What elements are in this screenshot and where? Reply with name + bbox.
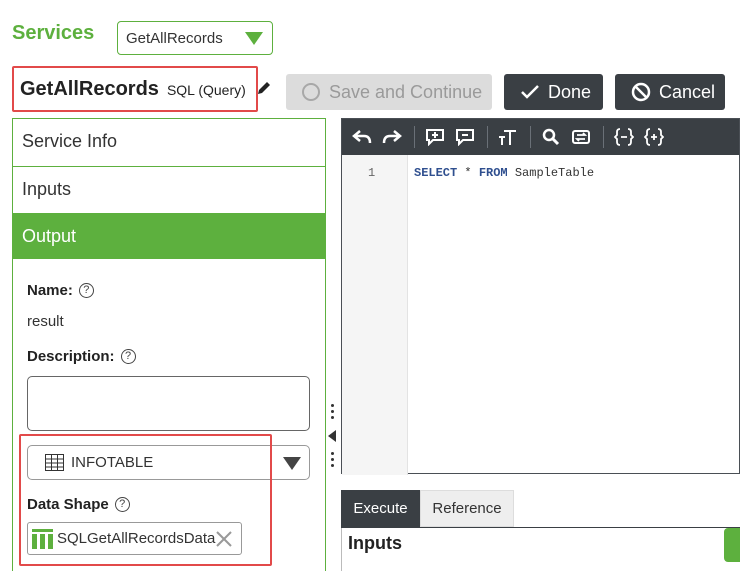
nav-item-output[interactable]: Output [13, 213, 325, 259]
remove-comment-icon[interactable] [453, 125, 477, 149]
data-shape-label: Data Shape ? [27, 496, 130, 513]
pencil-icon[interactable] [256, 80, 272, 96]
name-value: result [27, 313, 64, 330]
execute-button[interactable] [724, 528, 740, 562]
table-icon [45, 454, 64, 471]
test-panel: Execute Reference Inputs [341, 490, 740, 571]
nav-item-service-info[interactable]: Service Info [13, 118, 325, 164]
code-keyword: SELECT [414, 166, 458, 180]
description-label: Description: ? [27, 348, 136, 365]
name-label-text: Name: [27, 282, 73, 299]
service-title: GetAllRecords SQL (Query) [12, 66, 258, 112]
code-editor[interactable]: 1 SELECT * FROM SampleTable [341, 118, 740, 475]
data-shape-icon [32, 528, 53, 549]
save-and-continue-button[interactable]: Save and Continue [286, 74, 492, 110]
redo-icon[interactable] [380, 125, 404, 149]
toolbar-divider [530, 126, 531, 148]
name-label: Name: ? [27, 282, 94, 299]
add-comment-icon[interactable] [423, 125, 447, 149]
data-shape-chip[interactable]: SQLGetAllRecordsData [27, 522, 242, 555]
code-keyword: FROM [478, 166, 508, 180]
base-type-value: INFOTABLE [71, 454, 154, 471]
toolbar-divider [603, 126, 604, 148]
editor-toolbar [342, 119, 739, 155]
nav-item-inputs[interactable]: Inputs [13, 166, 325, 212]
nav-label: Inputs [22, 179, 72, 199]
done-label: Done [548, 81, 592, 102]
service-type: SQL (Query) [166, 82, 246, 98]
braces-expand-icon[interactable] [642, 125, 666, 149]
line-gutter [342, 155, 408, 475]
circle-icon [302, 83, 320, 101]
collapse-left-icon[interactable] [328, 430, 336, 442]
cancel-button[interactable]: Cancel [615, 74, 725, 110]
braces-collapse-icon[interactable] [612, 125, 636, 149]
service-name: GetAllRecords [20, 77, 159, 100]
tab-reference[interactable]: Reference [420, 490, 514, 527]
description-input[interactable] [27, 376, 310, 431]
code-line[interactable]: SELECT * FROM SampleTable [414, 166, 594, 180]
tab-divider [341, 527, 740, 528]
help-icon[interactable]: ? [120, 349, 136, 364]
chevron-down-icon [283, 457, 301, 470]
search-icon[interactable] [539, 125, 563, 149]
tab-execute[interactable]: Execute [341, 490, 420, 527]
code-text: SampleTable [507, 166, 595, 180]
close-icon[interactable] [215, 530, 233, 548]
data-shape-value: SQLGetAllRecordsData [57, 530, 216, 547]
undo-icon[interactable] [350, 125, 374, 149]
chevron-down-icon [245, 32, 263, 45]
check-icon [521, 85, 539, 99]
panel-splitter[interactable] [326, 118, 341, 571]
service-selector[interactable]: GetAllRecords [117, 21, 273, 55]
text-size-icon[interactable] [496, 125, 520, 149]
nav-label: Service Info [22, 131, 118, 151]
service-config-panel: Service Info Inputs Output Name: ? resul… [12, 118, 326, 571]
data-shape-label-text: Data Shape [27, 496, 109, 513]
help-icon[interactable]: ? [78, 283, 94, 298]
toolbar-divider [487, 126, 488, 148]
panel-border [341, 528, 342, 571]
description-label-text: Description: [27, 348, 115, 365]
ban-icon [631, 82, 651, 102]
done-button[interactable]: Done [504, 74, 603, 110]
line-number: 1 [368, 166, 376, 180]
replace-icon[interactable] [569, 125, 593, 149]
nav-label: Output [22, 225, 77, 246]
help-icon[interactable]: ? [114, 497, 130, 512]
toolbar-divider [414, 126, 415, 148]
services-label: Services [12, 22, 95, 44]
base-type-select[interactable]: INFOTABLE [27, 445, 310, 480]
inputs-heading: Inputs [348, 533, 402, 553]
code-text: * [457, 166, 479, 180]
cancel-label: Cancel [659, 81, 716, 102]
service-selector-value: GetAllRecords [126, 29, 223, 47]
save-label: Save and Continue [329, 81, 483, 102]
